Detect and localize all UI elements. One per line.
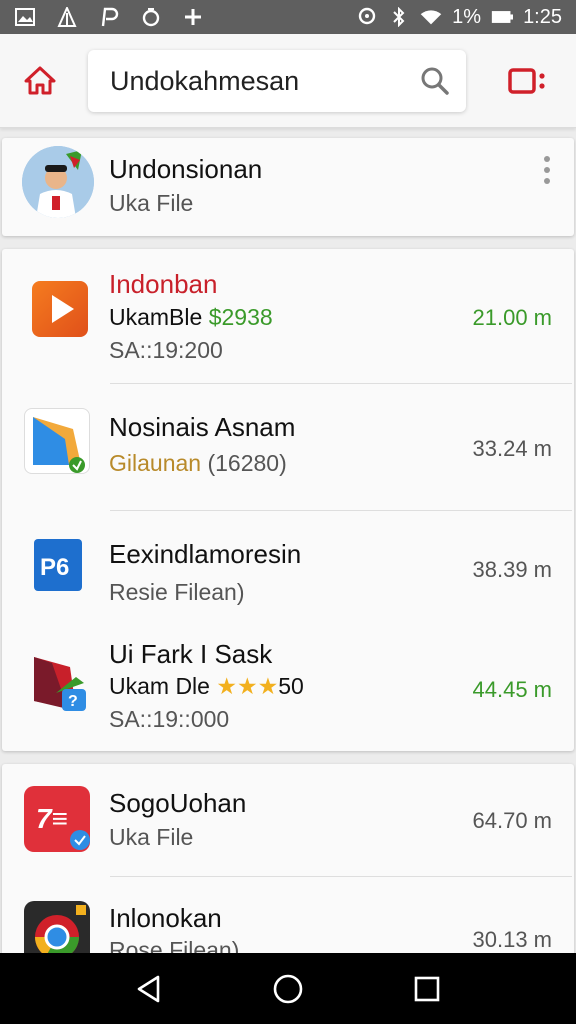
list-item[interactable]: 7≡ SogoUohan Uka File 64.70 m (2, 764, 574, 876)
status-left-icons (14, 7, 204, 27)
list-item-subtitle: UkamBle $2938 (109, 304, 273, 331)
app-bar (0, 34, 576, 128)
list-item-size: 64.70 m (472, 808, 553, 833)
battery-icon (491, 7, 514, 27)
timer-icon (140, 7, 162, 27)
home-nav-button[interactable] (268, 969, 308, 1009)
search-icon[interactable] (420, 66, 450, 96)
list-item-size: 30.13 m (472, 927, 553, 952)
list-item-subtitle: Uka File (109, 824, 194, 850)
list-item-title: Eexindlamoresin (109, 539, 302, 569)
list-item-title: Ui Fark I Sask (109, 639, 273, 669)
list-item-size: 38.39 m (472, 557, 553, 582)
gallery-icon (14, 7, 36, 27)
red-app-icon: 7≡ (24, 786, 90, 852)
subtitle-text: Gilaunan (109, 450, 202, 476)
svg-text:7≡: 7≡ (36, 803, 68, 834)
plus-icon (182, 7, 204, 27)
search-box[interactable] (88, 50, 466, 112)
price-text: $2938 (208, 304, 273, 330)
colorful-app-icon: ? (32, 653, 90, 715)
rating-stars: ★★★ (216, 673, 279, 699)
list-item-size: 44.45 m (472, 677, 553, 702)
list-item-title: SogoUohan (109, 788, 247, 818)
bluetooth-icon (388, 7, 410, 27)
list-item[interactable]: ? Ui Fark I Sask Ukam Dle ★★★50 SA::19::… (2, 629, 574, 749)
p-notification-icon (98, 7, 120, 27)
app-list-card: Indonban UkamBle $2938 SA::19:200 21.00 … (2, 249, 574, 751)
home-icon (24, 66, 56, 95)
location-icon (356, 7, 378, 27)
list-item[interactable]: P6 Eexindlamoresin Resie Filean) 38.39 m (2, 511, 574, 629)
list-item-title: Inlonokan (109, 903, 222, 933)
svg-text:P6: P6 (40, 554, 69, 581)
files-app-icon (24, 408, 90, 474)
list-item-subtitle: Gilaunan (16280) (109, 450, 287, 477)
list-item[interactable]: Nosinais Asnam Gilaunan (16280) 33.24 m (2, 384, 574, 510)
list-item-subtitle: Ukam Dle ★★★50 (109, 673, 304, 700)
more-vert-icon (544, 156, 550, 184)
app-notification-icon (56, 7, 78, 27)
rating-value: 50 (278, 673, 304, 699)
profile-name: Undonsionan (109, 154, 263, 184)
svg-text:?: ? (68, 693, 78, 710)
menu-button[interactable] (506, 64, 550, 100)
avatar (22, 146, 94, 218)
navigation-bar (0, 953, 576, 1024)
menu-icon (508, 68, 545, 94)
recents-icon (414, 976, 439, 1001)
list-item-meta: SA::19:200 (109, 337, 223, 363)
subtitle-text: Ukam Dle (109, 673, 210, 699)
subtitle-text: UkamBle (109, 304, 203, 330)
count-text: (16280) (207, 450, 287, 476)
list-item-size: 21.00 m (472, 305, 553, 330)
recents-button[interactable] (407, 969, 447, 1009)
list-item-title: Nosinais Asnam (109, 412, 296, 442)
clock: 1:25 (523, 5, 562, 28)
list-item-subtitle: Resie Filean) (109, 579, 245, 605)
status-right-icons: 1% 1:25 (356, 6, 562, 29)
home-button[interactable] (22, 62, 58, 98)
ps-app-icon: P6 (34, 539, 82, 591)
play-app-icon (32, 281, 88, 337)
list-item-title: Indonban (109, 269, 218, 299)
more-button[interactable] (538, 154, 556, 190)
back-icon (138, 975, 160, 1002)
wifi-icon (420, 7, 442, 27)
profile-subtitle: Uka File (109, 190, 194, 216)
status-bar: 1% 1:25 (0, 0, 576, 34)
home-circle-icon (273, 974, 303, 1003)
list-item[interactable]: Indonban UkamBle $2938 SA::19:200 21.00 … (2, 249, 574, 383)
back-button[interactable] (129, 969, 169, 1009)
battery-percent: 1% (452, 5, 482, 28)
app-list-card-2: 7≡ SogoUohan Uka File 64.70 m Inlonokan … (2, 764, 574, 974)
list-item-size: 33.24 m (472, 436, 553, 461)
search-input[interactable] (110, 65, 420, 97)
profile-card[interactable]: Undonsionan Uka File (2, 138, 574, 236)
list-item-meta: SA::19::000 (109, 706, 230, 732)
